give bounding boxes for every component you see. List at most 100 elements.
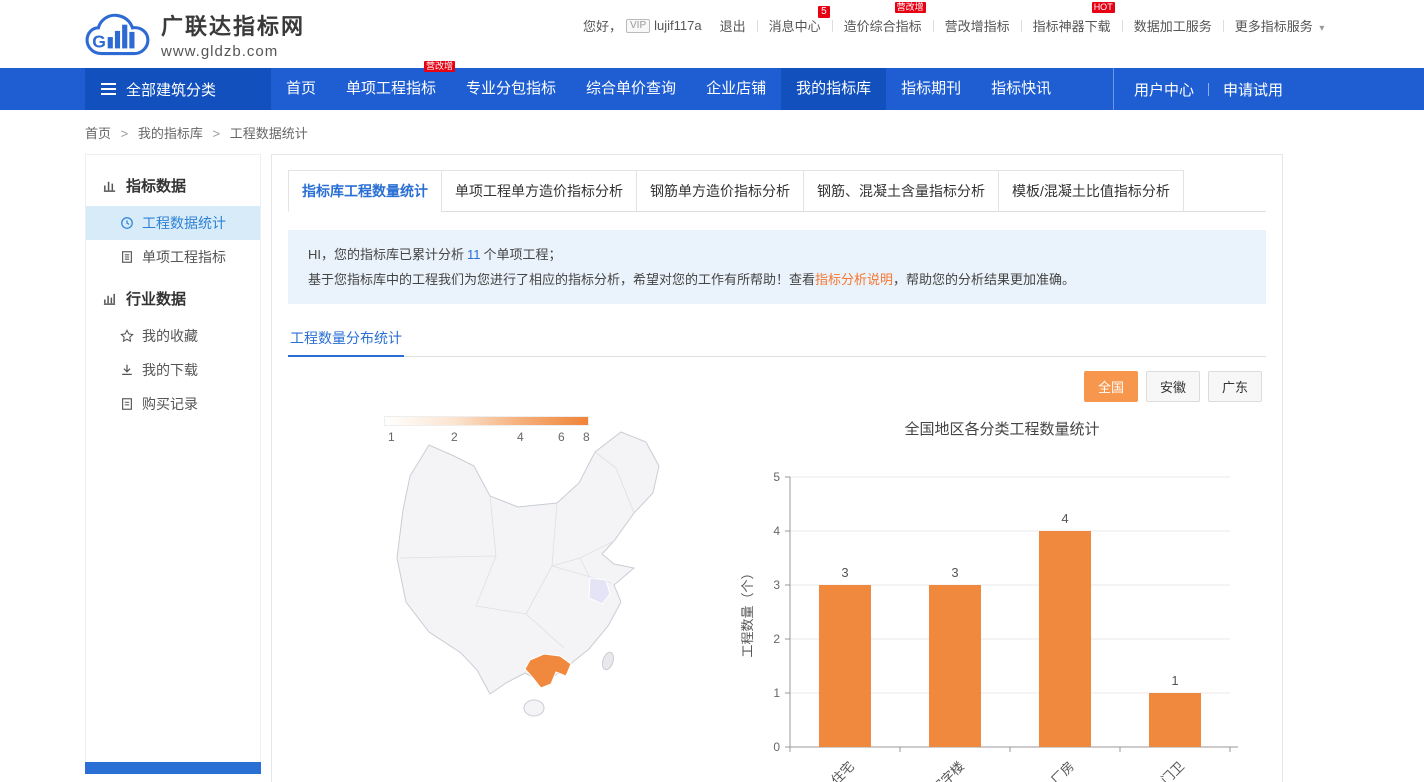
divider bbox=[757, 20, 758, 32]
main-nav: 全部建筑分类 首页 单项工程指标 营改增 专业分包指标 综合单价查询 企业店铺 … bbox=[0, 68, 1424, 110]
sidebar-item-project-data-stats[interactable]: 工程数据统计 bbox=[86, 206, 260, 240]
sub-tabs: 工程数量分布统计 bbox=[288, 322, 1266, 357]
sidebar-item-purchase-records[interactable]: 购买记录 bbox=[86, 387, 260, 421]
utility-bar: 您好， VIP lujif117a 退出 消息中心 5 造价综合指标 营改增 营… bbox=[583, 16, 1324, 35]
message-count-badge: 5 bbox=[818, 6, 830, 18]
svg-text:1: 1 bbox=[773, 686, 780, 700]
svg-text:0: 0 bbox=[773, 740, 780, 754]
tab-project-count-stats[interactable]: 指标库工程数量统计 bbox=[288, 170, 442, 212]
divider bbox=[832, 20, 833, 32]
china-map-block: 1 2 4 6 8 bbox=[288, 408, 738, 748]
tab-unit-cost-analysis[interactable]: 单项工程单方造价指标分析 bbox=[441, 170, 637, 212]
region-button-guangdong[interactable]: 广东 bbox=[1208, 371, 1262, 402]
message-center-link[interactable]: 消息中心 5 bbox=[769, 16, 821, 35]
analysis-help-link[interactable]: 指标分析说明 bbox=[815, 272, 893, 287]
greeting-text: 您好， bbox=[583, 16, 622, 35]
nav-item-index-journal[interactable]: 指标期刊 bbox=[886, 68, 976, 110]
hamburger-icon bbox=[101, 83, 116, 95]
breadcrumb-home[interactable]: 首页 bbox=[85, 126, 111, 141]
clock-icon bbox=[120, 216, 134, 230]
nav-item-enterprise-shop[interactable]: 企业店铺 bbox=[691, 68, 781, 110]
nav-item-index-news[interactable]: 指标快讯 bbox=[976, 68, 1066, 110]
notice-line-2: 基于您指标库中的工程我们为您进行了相应的指标分析，希望对您的工作有所帮助！查看指… bbox=[308, 267, 1246, 292]
nav-item-my-index-library[interactable]: 我的指标库 bbox=[781, 68, 886, 110]
bar-办公写字楼[interactable] bbox=[929, 585, 981, 747]
tab-rebar-unit-cost-analysis[interactable]: 钢筋单方造价指标分析 bbox=[636, 170, 804, 212]
svg-text:工程数量（个）: 工程数量（个） bbox=[740, 566, 755, 657]
map-legend-ticks: 1 2 4 6 8 bbox=[384, 430, 594, 446]
svg-text:3: 3 bbox=[773, 578, 780, 592]
subtab-distribution-stats[interactable]: 工程数量分布统计 bbox=[288, 322, 404, 357]
tab-rebar-concrete-content-analysis[interactable]: 钢筋、混凝土含量指标分析 bbox=[803, 170, 999, 212]
vat-reform-tag: 营改增 bbox=[424, 61, 455, 72]
breadcrumb-separator: > bbox=[213, 126, 221, 141]
cost-composite-index-link[interactable]: 造价综合指标 营改增 bbox=[844, 16, 922, 35]
china-mainland[interactable] bbox=[397, 432, 659, 694]
region-button-national[interactable]: 全国 bbox=[1084, 371, 1138, 402]
chart-title: 全国地区各分类工程数量统计 bbox=[738, 418, 1266, 439]
svg-text:门卫: 门卫 bbox=[1158, 759, 1187, 782]
nav-item-unit-price-query[interactable]: 综合单价查询 bbox=[571, 68, 691, 110]
bar-门卫[interactable] bbox=[1149, 693, 1201, 747]
nav-item-single-project-index[interactable]: 单项工程指标 营改增 bbox=[331, 68, 451, 110]
notice-line-1: HI，您的指标库已累计分析11个单项工程； bbox=[308, 242, 1246, 267]
analysis-tabs: 指标库工程数量统计 单项工程单方造价指标分析 钢筋单方造价指标分析 钢筋、混凝土… bbox=[288, 170, 1266, 212]
site-title: 广联达指标网 bbox=[161, 9, 305, 41]
china-map[interactable] bbox=[384, 408, 704, 738]
sidebar-item-my-favorites[interactable]: 我的收藏 bbox=[86, 319, 260, 353]
sidebar-footer-bar bbox=[85, 762, 261, 774]
divider bbox=[1122, 20, 1123, 32]
project-count-bar-chart[interactable]: 0123453住宅3办公写字楼4厂房1门卫工程数量（个） bbox=[738, 439, 1253, 782]
username[interactable]: lujif117a bbox=[654, 18, 701, 33]
logo-text: 广联达指标网 www.gldzb.com bbox=[161, 9, 305, 60]
region-button-anhui[interactable]: 安徽 bbox=[1146, 371, 1200, 402]
svg-text:2: 2 bbox=[773, 632, 780, 646]
svg-text:3: 3 bbox=[951, 565, 958, 580]
vat-index-link[interactable]: 营改增指标 bbox=[945, 16, 1010, 35]
province-guangdong[interactable] bbox=[525, 654, 571, 688]
svg-text:办公写字楼: 办公写字楼 bbox=[911, 759, 968, 782]
cloud-bars-logo-icon: G bbox=[85, 11, 151, 59]
column-chart-icon bbox=[102, 291, 117, 306]
svg-text:1: 1 bbox=[1171, 673, 1178, 688]
vat-reform-tag: 营改增 bbox=[895, 2, 926, 13]
svg-text:3: 3 bbox=[841, 565, 848, 580]
bar-住宅[interactable] bbox=[819, 585, 871, 747]
analyzed-project-count: 11 bbox=[467, 247, 481, 262]
divider bbox=[1021, 20, 1022, 32]
site-logo[interactable]: G 广联达指标网 www.gldzb.com bbox=[85, 9, 305, 60]
data-processing-link[interactable]: 数据加工服务 bbox=[1134, 16, 1212, 35]
sidebar-item-single-project-index[interactable]: 单项工程指标 bbox=[86, 240, 260, 274]
index-tool-download-link[interactable]: 指标神器下载 HOT bbox=[1033, 16, 1111, 35]
svg-text:厂房: 厂房 bbox=[1048, 759, 1077, 782]
bar-厂房[interactable] bbox=[1039, 531, 1091, 747]
nav-item-home[interactable]: 首页 bbox=[271, 68, 331, 110]
vip-badge: VIP bbox=[626, 19, 650, 33]
svg-text:住宅: 住宅 bbox=[828, 759, 857, 782]
user-center-link[interactable]: 用户中心 bbox=[1134, 79, 1194, 100]
province-hainan[interactable] bbox=[524, 700, 544, 716]
divider bbox=[933, 20, 934, 32]
bar-chart-icon bbox=[102, 178, 117, 193]
svg-text:4: 4 bbox=[1061, 511, 1068, 526]
breadcrumb-my-library[interactable]: 我的指标库 bbox=[138, 126, 203, 141]
sidebar-section-industry-data: 行业数据 bbox=[86, 274, 260, 319]
main-panel: 指标库工程数量统计 单项工程单方造价指标分析 钢筋单方造价指标分析 钢筋、混凝土… bbox=[271, 154, 1283, 782]
svg-text:5: 5 bbox=[773, 470, 780, 484]
all-categories-menu[interactable]: 全部建筑分类 bbox=[85, 68, 271, 110]
nav-item-subcontract-index[interactable]: 专业分包指标 bbox=[451, 68, 571, 110]
site-url: www.gldzb.com bbox=[161, 43, 305, 60]
sidebar: 指标数据 工程数据统计 单项工程指标 行业数据 bbox=[85, 154, 261, 774]
chevron-down-icon: ▾ bbox=[1319, 23, 1324, 34]
province-taiwan[interactable] bbox=[600, 651, 615, 671]
sidebar-item-my-downloads[interactable]: 我的下载 bbox=[86, 353, 260, 387]
notice-box: HI，您的指标库已累计分析11个单项工程； 基于您指标库中的工程我们为您进行了相… bbox=[288, 230, 1266, 304]
region-filter: 全国 安徽 广东 bbox=[288, 371, 1266, 402]
logout-link[interactable]: 退出 bbox=[720, 16, 746, 35]
apply-trial-link[interactable]: 申请试用 bbox=[1223, 79, 1283, 100]
top-header: G 广联达指标网 www.gldzb.com 您好， VIP lujif117a… bbox=[0, 0, 1424, 68]
tab-formwork-concrete-ratio-analysis[interactable]: 模板/混凝土比值指标分析 bbox=[998, 170, 1184, 212]
more-services-dropdown[interactable]: 更多指标服务 ▾ bbox=[1235, 16, 1325, 35]
bar-chart-block: 全国地区各分类工程数量统计 0123453住宅3办公写字楼4厂房1门卫工程数量（… bbox=[738, 408, 1266, 782]
star-icon bbox=[120, 329, 134, 343]
